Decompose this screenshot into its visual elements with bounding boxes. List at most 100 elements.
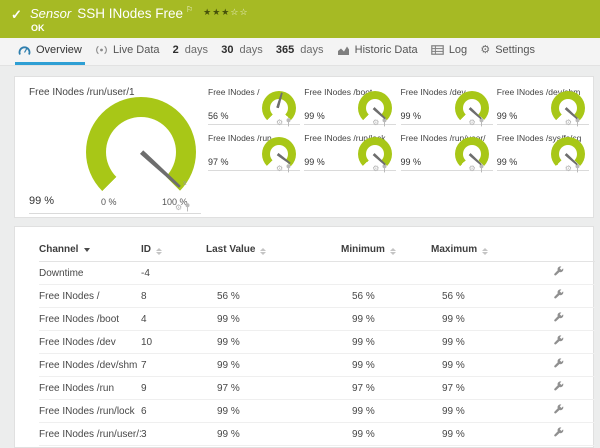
tab-unit: days: [239, 44, 262, 56]
flag-icon[interactable]: ⚐: [186, 5, 193, 14]
gauge-scale-min: 0 %: [101, 197, 117, 207]
tab-historic-data[interactable]: Historic Data: [334, 38, 421, 65]
channel-gauge-tile[interactable]: Free INodes /run/lock 99 % ⚙: [304, 131, 398, 175]
pin-icon[interactable]: [381, 118, 388, 127]
cell-maximum: [431, 262, 541, 285]
tab-2-days[interactable]: 2days: [170, 38, 211, 65]
cell-minimum: 99 %: [341, 331, 431, 354]
cell-id: 9: [141, 377, 206, 400]
table-row[interactable]: Free INodes /run/user/1 3 99 % 99 % 99 %: [39, 423, 595, 446]
channel-gauge-tile[interactable]: Free INodes /sys/fs/cg 99 % ⚙: [497, 131, 591, 175]
gauge-title: Free INodes /run/user/1: [29, 87, 135, 98]
channel-gauge-tile[interactable]: Free INodes /boot 99 % ⚙: [304, 85, 398, 129]
sort-icon: [482, 248, 488, 255]
channel-gauge-tile[interactable]: Free INodes /dev 99 % ⚙: [401, 85, 495, 129]
cell-minimum: 97 %: [341, 377, 431, 400]
col-header-id[interactable]: ID: [141, 241, 206, 262]
channels-panel: Channel ID Last Value Minimum Maximum Do…: [14, 226, 594, 448]
pin-icon[interactable]: [184, 203, 191, 212]
table-row[interactable]: Downtime -4: [39, 262, 595, 285]
wrench-icon[interactable]: [553, 289, 564, 300]
tile-value: 99 %: [497, 157, 518, 167]
cell-maximum: 99 %: [431, 400, 541, 423]
channel-gauge-tile[interactable]: Free INodes /run/user/ 99 % ⚙: [401, 131, 495, 175]
cell-minimum: [341, 262, 431, 285]
sort-desc-icon: [84, 248, 90, 252]
tab-overview[interactable]: Overview: [15, 38, 85, 65]
pin-icon[interactable]: [478, 118, 485, 127]
col-header-last-value[interactable]: Last Value: [206, 241, 341, 262]
priority-stars[interactable]: ★★★☆☆: [203, 7, 248, 18]
sensor-title: SSH INodes Free: [77, 6, 183, 21]
wrench-icon[interactable]: [553, 404, 564, 415]
stars-empty: ☆☆: [230, 7, 248, 17]
wrench-icon[interactable]: [553, 266, 564, 277]
settings-gear-icon: ⚙: [480, 45, 490, 56]
col-header-maximum[interactable]: Maximum: [431, 241, 541, 262]
channel-gauge-tile[interactable]: Free INodes / 56 % ⚙: [208, 85, 302, 129]
cell-id: 7: [141, 354, 206, 377]
wrench-icon[interactable]: [553, 312, 564, 323]
gear-icon[interactable]: ⚙: [276, 119, 283, 127]
table-row[interactable]: Free INodes /run/lock 6 99 % 99 % 99 %: [39, 400, 595, 423]
tab-log[interactable]: Log: [428, 38, 470, 65]
cell-id: 8: [141, 285, 206, 308]
wrench-icon[interactable]: [553, 427, 564, 438]
pin-icon[interactable]: [381, 164, 388, 173]
gear-icon[interactable]: ⚙: [276, 165, 283, 173]
gauges-panel: Free INodes /run/user/1 x 99 % 0 % 100 %…: [14, 76, 594, 218]
gear-icon[interactable]: ⚙: [372, 119, 379, 127]
tab-settings[interactable]: ⚙ Settings: [477, 38, 538, 65]
cell-id: 3: [141, 423, 206, 446]
pin-icon[interactable]: [285, 118, 292, 127]
gear-icon[interactable]: ⚙: [469, 165, 476, 173]
pin-icon[interactable]: [478, 164, 485, 173]
table-row[interactable]: Free INodes /boot 4 99 % 99 % 99 %: [39, 308, 595, 331]
tab-live-data[interactable]: Live Data: [92, 38, 162, 65]
gear-icon[interactable]: ⚙: [175, 204, 182, 212]
gear-icon[interactable]: ⚙: [565, 119, 572, 127]
sort-icon: [156, 248, 162, 255]
tile-value: 99 %: [304, 157, 325, 167]
pin-icon[interactable]: [574, 118, 581, 127]
gear-icon[interactable]: ⚙: [565, 165, 572, 173]
wrench-icon[interactable]: [553, 381, 564, 392]
cell-channel: Free INodes /dev: [39, 331, 141, 354]
wrench-icon[interactable]: [553, 335, 564, 346]
table-row[interactable]: Free INodes /run 9 97 % 97 % 97 %: [39, 377, 595, 400]
cell-maximum: 99 %: [431, 354, 541, 377]
channel-gauge-tile[interactable]: Free INodes /dev/shm 99 % ⚙: [497, 85, 591, 129]
gauge-dial: [86, 97, 196, 207]
col-header-channel[interactable]: Channel: [39, 241, 141, 262]
cell-id: 4: [141, 308, 206, 331]
wrench-icon[interactable]: [553, 358, 564, 369]
table-row[interactable]: Free INodes /dev 10 99 % 99 % 99 %: [39, 331, 595, 354]
tab-bar: Overview Live Data 2days 30days 365days …: [0, 38, 600, 66]
channel-gauge-tile[interactable]: Free INodes /run 97 % ⚙: [208, 131, 302, 175]
tab-label: Overview: [36, 44, 82, 56]
primary-channel-gauge[interactable]: Free INodes /run/user/1 x 99 % 0 % 100 %…: [15, 77, 205, 217]
tab-30-days[interactable]: 30days: [218, 38, 266, 65]
cell-minimum: 99 %: [341, 308, 431, 331]
cell-minimum: 56 %: [341, 285, 431, 308]
tab-365-days[interactable]: 365days: [273, 38, 327, 65]
historic-chart-icon: [337, 45, 350, 56]
gear-icon[interactable]: ⚙: [372, 165, 379, 173]
tile-value: 99 %: [304, 111, 325, 121]
log-table-icon: [431, 45, 444, 55]
cell-last-value: 97 %: [206, 377, 341, 400]
cell-id: 6: [141, 400, 206, 423]
cell-minimum: 99 %: [341, 400, 431, 423]
table-row[interactable]: Free INodes / 8 56 % 56 % 56 %: [39, 285, 595, 308]
cell-maximum: 99 %: [431, 308, 541, 331]
table-row[interactable]: Free INodes /dev/shm 7 99 % 99 % 99 %: [39, 354, 595, 377]
cell-minimum: 99 %: [341, 354, 431, 377]
pin-icon[interactable]: [285, 164, 292, 173]
gear-icon[interactable]: ⚙: [469, 119, 476, 127]
cell-minimum: 99 %: [341, 423, 431, 446]
gauge-max-marker: x: [183, 180, 187, 187]
tile-title: Free INodes /dev: [401, 87, 466, 97]
col-header-minimum[interactable]: Minimum: [341, 241, 431, 262]
channel-gauge-grid: Free INodes / 56 % ⚙ Free INodes /boot 9…: [208, 85, 591, 175]
pin-icon[interactable]: [574, 164, 581, 173]
